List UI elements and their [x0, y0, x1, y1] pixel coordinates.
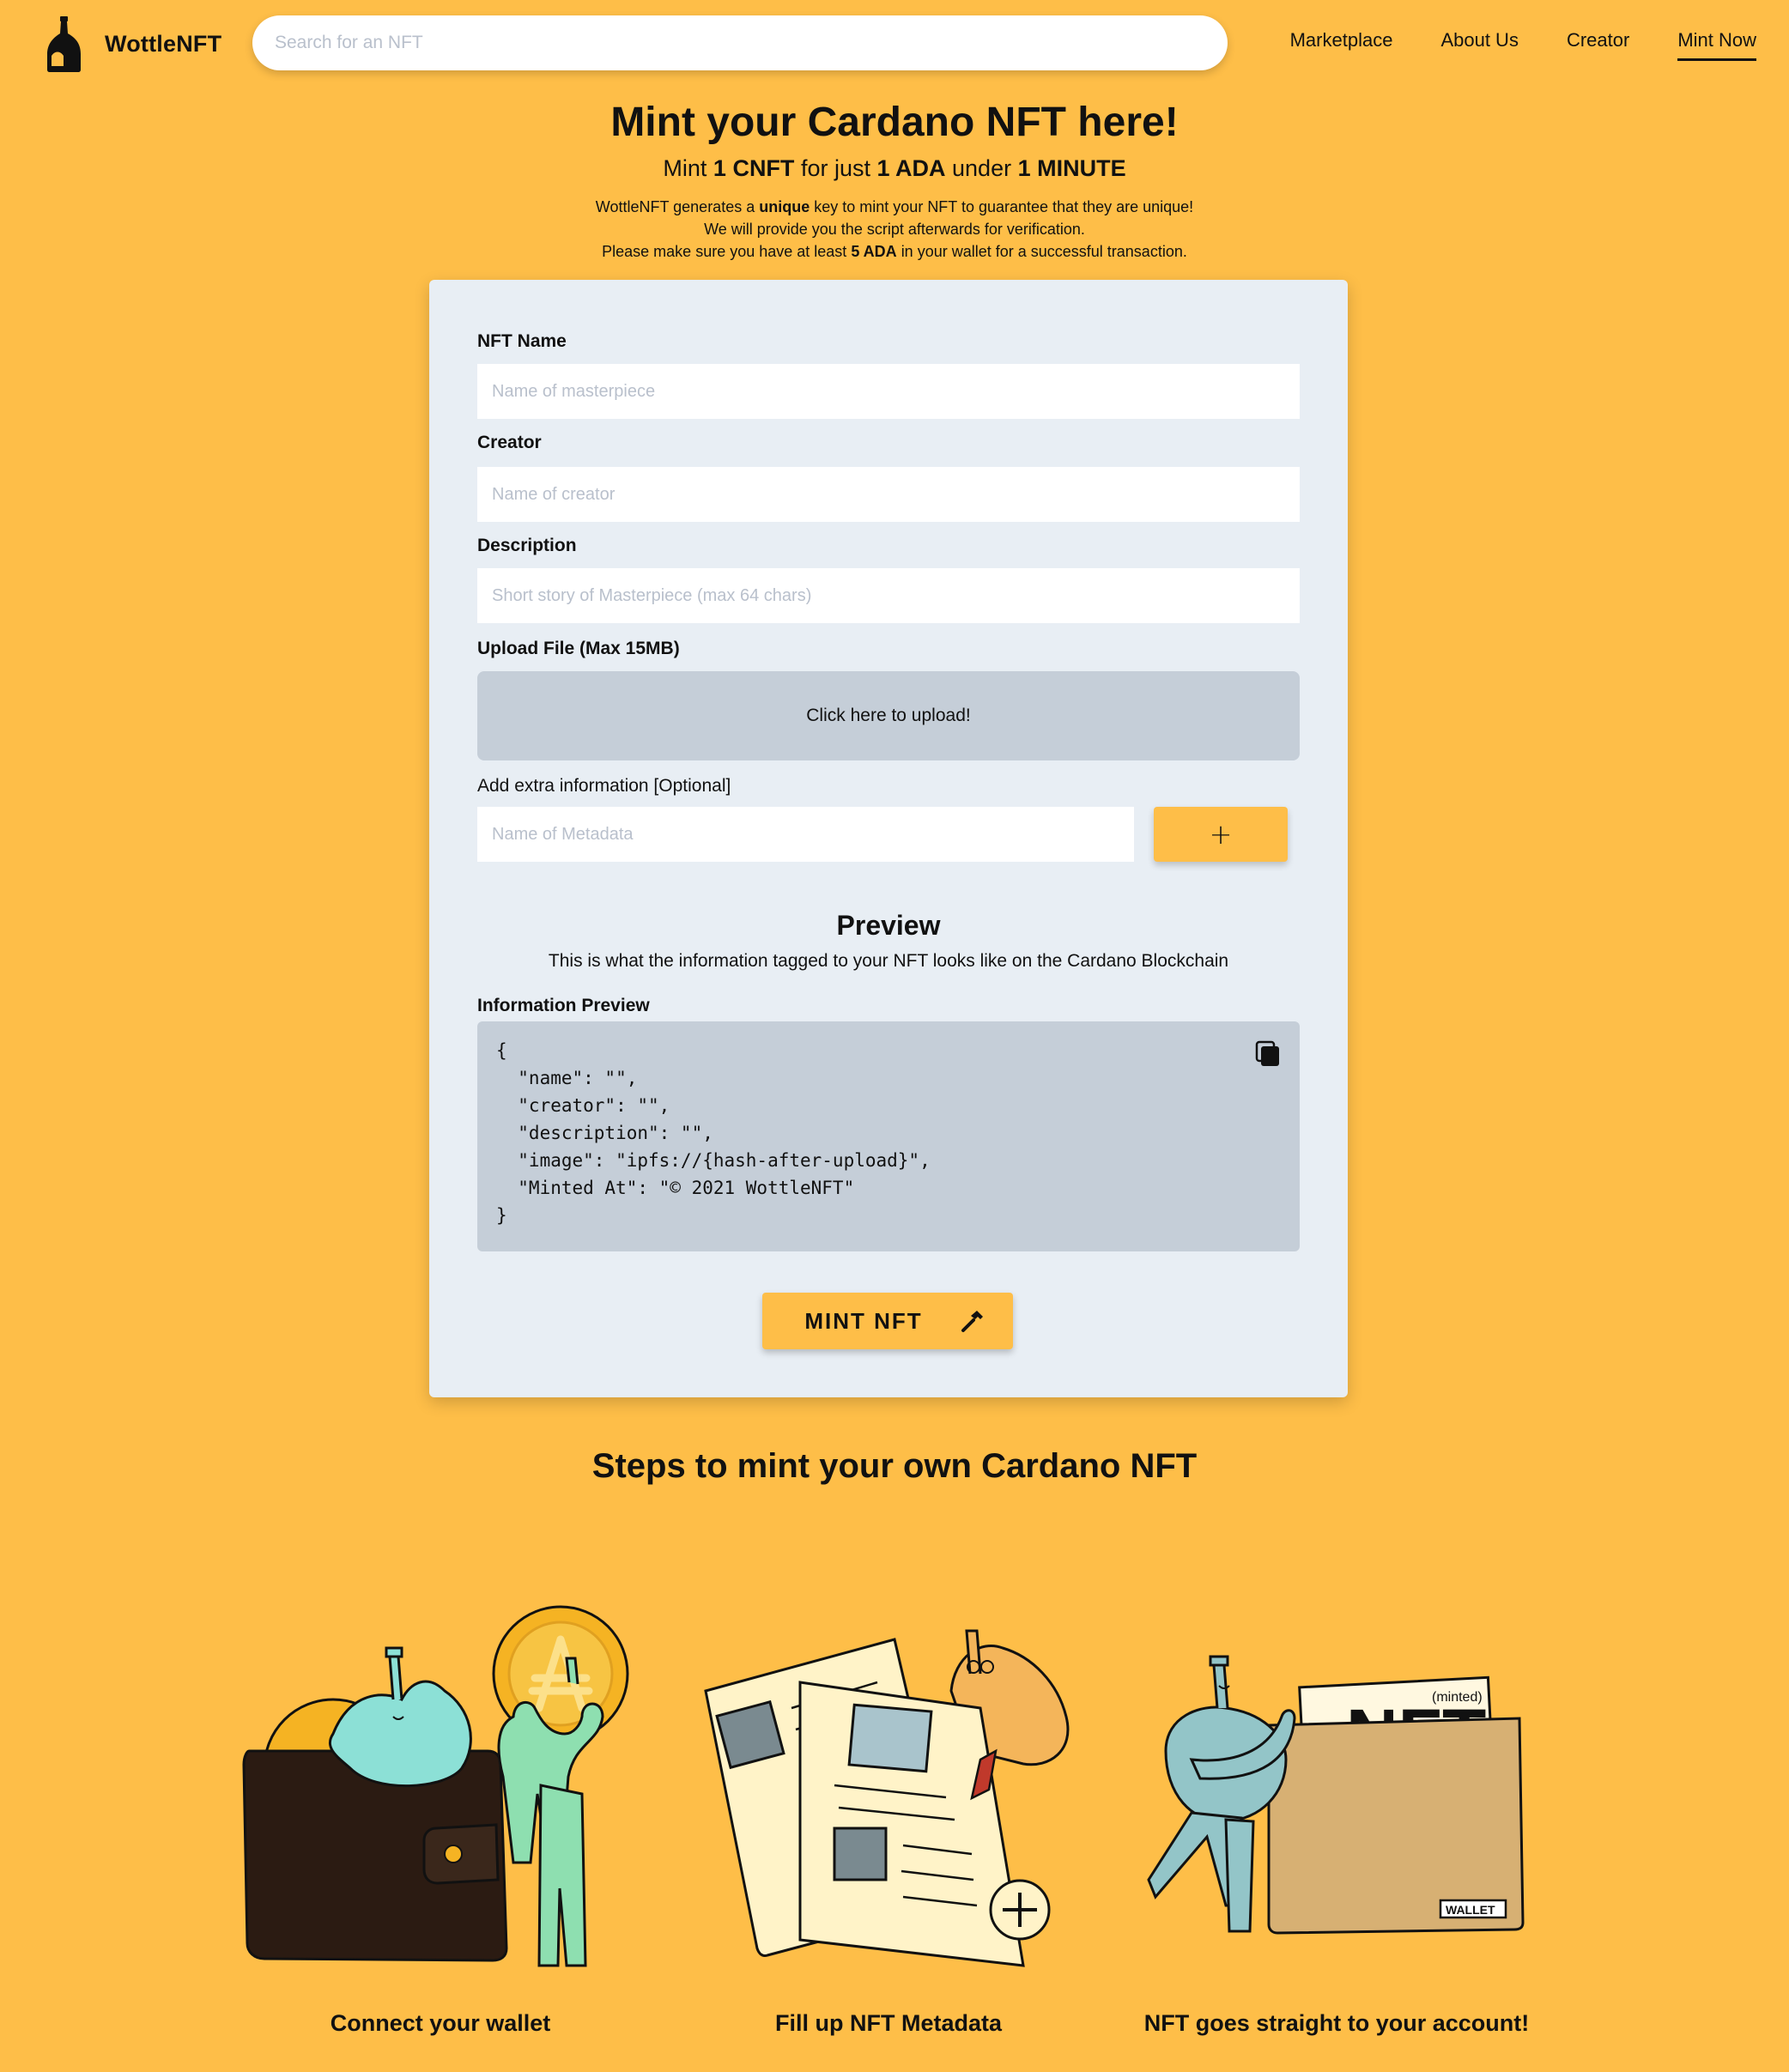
information-preview-box: { "name": "", "creator": "", "descriptio…: [477, 1021, 1300, 1251]
nav-links: Marketplace About Us Creator Mint Now: [1290, 29, 1756, 61]
hero: Mint your Cardano NFT here! Mint 1 CNFT …: [0, 94, 1789, 263]
step-1-label: Connect your wallet: [330, 2010, 551, 2036]
sub-text: under: [952, 155, 1012, 181]
info-line-1: WottleNFT generates a unique key to mint…: [0, 196, 1789, 218]
upload-label: Upload File (Max 15MB): [477, 639, 680, 658]
hero-subtitle: Mint 1 CNFT for just 1 ADA under 1 MINUT…: [0, 153, 1789, 184]
extra-info-label: Add extra information [Optional]: [477, 776, 731, 796]
info-line-3: Please make sure you have at least 5 ADA…: [0, 240, 1789, 263]
sub-cnft: 1 CNFT: [713, 155, 795, 181]
search-input[interactable]: [275, 33, 1205, 53]
nav-mint-now[interactable]: Mint Now: [1677, 29, 1756, 61]
add-metadata-button[interactable]: +: [1154, 807, 1288, 862]
bottle-logo-icon: [47, 16, 81, 72]
creator-input[interactable]: [477, 467, 1300, 522]
navbar: WottleNFT Marketplace About Us Creator M…: [0, 0, 1789, 86]
upload-dropzone[interactable]: Click here to upload!: [477, 671, 1300, 760]
information-preview-label: Information Preview: [477, 996, 650, 1015]
nav-about-us[interactable]: About Us: [1440, 29, 1519, 61]
info-text: key to mint your NFT to guarantee that t…: [814, 198, 1194, 215]
minted-text: (minted): [1432, 1690, 1483, 1705]
mint-page: WottleNFT Marketplace About Us Creator M…: [0, 0, 1789, 2072]
hero-info: WottleNFT generates a unique key to mint…: [0, 196, 1789, 263]
step-3-label: NFT goes straight to your account!: [1143, 2010, 1530, 2036]
page-title: Mint your Cardano NFT here!: [610, 100, 1179, 145]
mint-nft-label: MINT NFT: [804, 1307, 923, 1334]
metadata-json-preview: { "name": "", "creator": "", "descriptio…: [496, 1040, 931, 1226]
mint-nft-button[interactable]: MINT NFT: [762, 1293, 1013, 1349]
sub-minute: 1 MINUTE: [1017, 155, 1126, 181]
brand-name: WottleNFT: [105, 30, 222, 57]
wallet-and-ada-coin-illustration: [242, 1605, 629, 1967]
metadata-name-input[interactable]: [477, 807, 1134, 862]
preview-title: Preview: [836, 910, 941, 941]
step-2-label: Fill up NFT Metadata: [774, 2010, 1002, 2036]
creator-label: Creator: [477, 433, 542, 452]
brand[interactable]: WottleNFT: [43, 14, 221, 74]
hammer-icon: [961, 1311, 983, 1332]
info-text: WottleNFT generates a: [595, 198, 755, 215]
description-input[interactable]: [477, 568, 1300, 623]
metadata-documents-illustration: [704, 1629, 1070, 1967]
info-bold: 5 ADA: [851, 243, 897, 260]
info-text: Please make sure you have at least: [602, 243, 847, 260]
nft-into-wallet-illustration: NFT (minted) WALLET: [1147, 1655, 1525, 1935]
copy-icon[interactable]: [1255, 1040, 1281, 1068]
sub-text: for just: [800, 155, 870, 181]
description-label: Description: [477, 536, 577, 555]
nav-marketplace[interactable]: Marketplace: [1290, 29, 1393, 61]
info-bold: unique: [759, 198, 810, 215]
wallet-text: WALLET: [1446, 1903, 1495, 1917]
sub-text: Mint: [663, 155, 707, 181]
mint-form-card: NFT Name Creator Description Upload File…: [429, 280, 1348, 1397]
upload-text: Click here to upload!: [806, 706, 971, 725]
preview-subtitle: This is what the information tagged to y…: [548, 951, 1229, 971]
info-line-2: We will provide you the script afterward…: [704, 221, 1085, 238]
info-text: in your wallet for a successful transact…: [901, 243, 1187, 260]
nft-name-input[interactable]: [477, 364, 1300, 419]
nav-creator[interactable]: Creator: [1567, 29, 1629, 61]
sub-ada: 1 ADA: [876, 155, 946, 181]
steps-title: Steps to mint your own Cardano NFT: [591, 1447, 1198, 1485]
search-bar[interactable]: [252, 15, 1228, 70]
nft-name-label: NFT Name: [477, 331, 567, 351]
